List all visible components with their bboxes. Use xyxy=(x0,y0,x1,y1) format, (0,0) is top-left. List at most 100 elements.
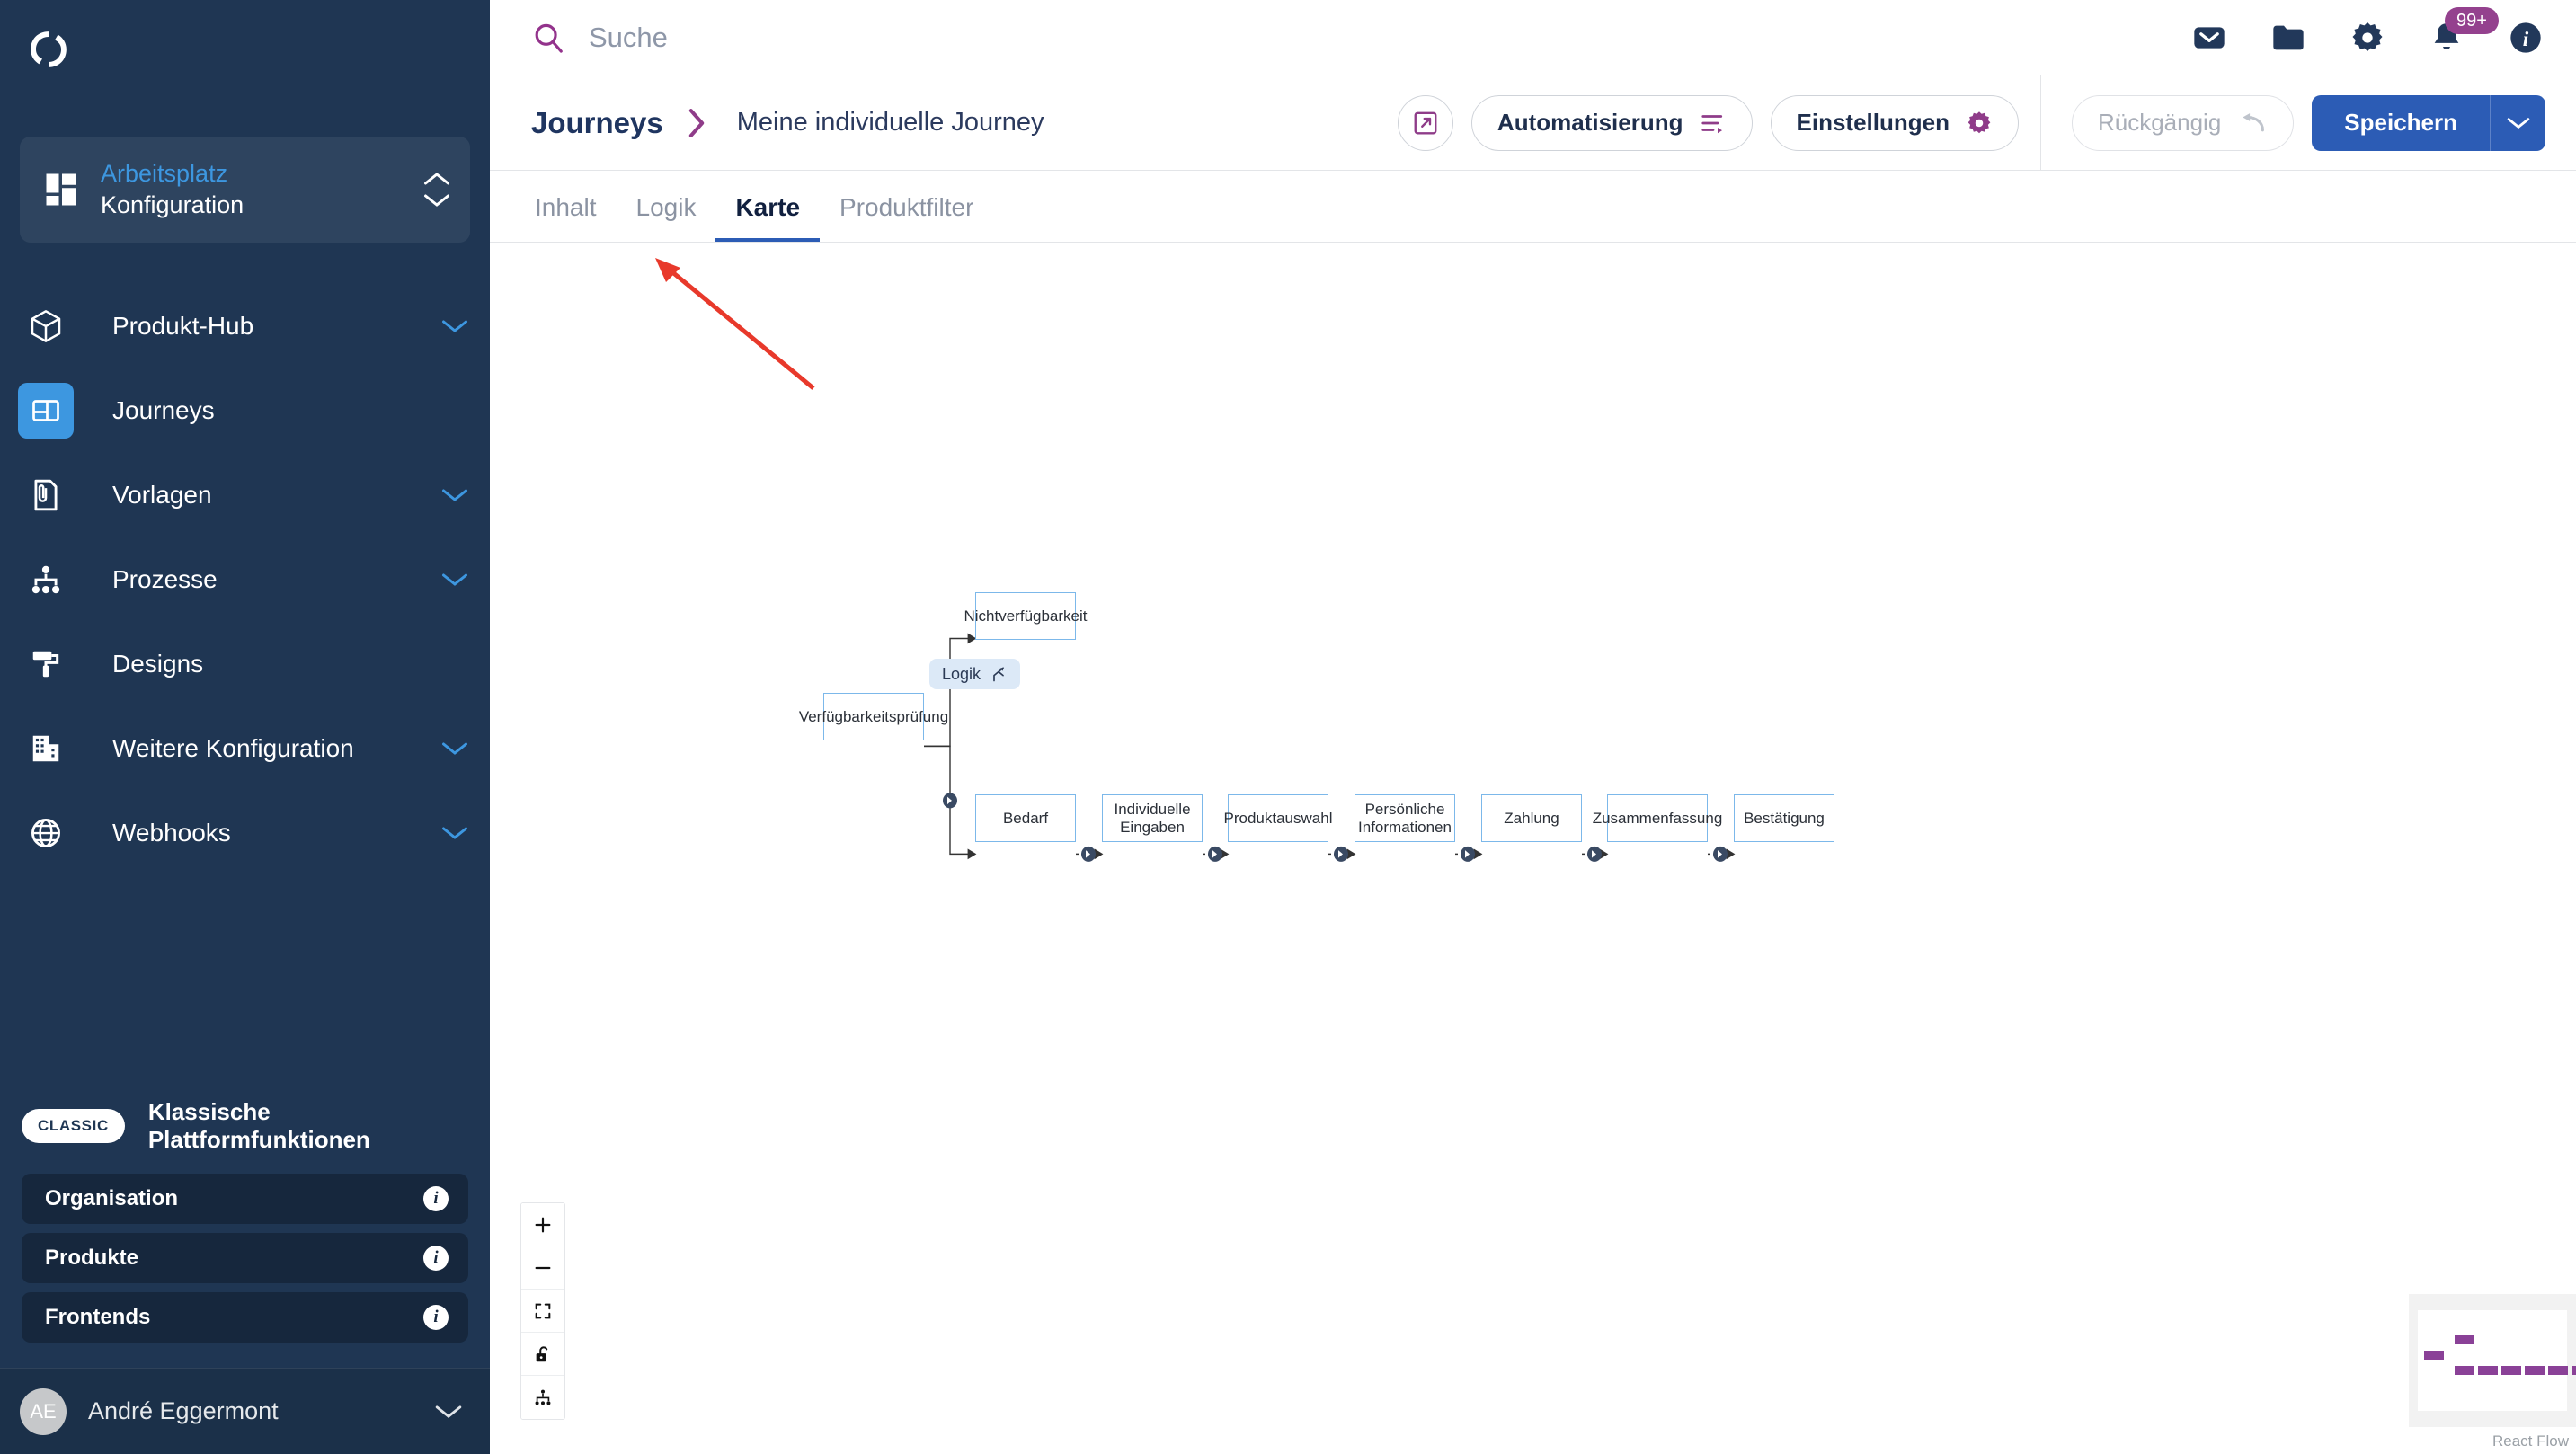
minus-icon xyxy=(535,1266,551,1269)
tab-logik[interactable]: Logik xyxy=(617,193,716,242)
automation-button[interactable]: Automatisierung xyxy=(1470,94,1753,151)
lock-toggle-button[interactable] xyxy=(521,1333,564,1376)
flow-node-label: Persönliche Informationen xyxy=(1358,800,1452,836)
nav-icon-wrapper xyxy=(18,805,74,861)
flow-node-label: Zahlung xyxy=(1504,809,1559,827)
breadcrumb-root[interactable]: Journeys xyxy=(531,106,663,140)
main-area: 99+ i Journeys Meine individuelle Journe… xyxy=(490,0,2576,1454)
classic-item-label: Frontends xyxy=(45,1305,151,1329)
classic-badge: CLASSIC xyxy=(22,1109,125,1143)
tab-inhalt[interactable]: Inhalt xyxy=(515,193,617,242)
fit-view-button[interactable] xyxy=(521,1290,564,1333)
classic-item-organisation[interactable]: Organisation i xyxy=(22,1174,468,1224)
flow-node[interactable]: Bedarf xyxy=(975,794,1076,842)
sidebar-item-label: Prozesse xyxy=(112,565,218,593)
sidebar-item-produkt-hub[interactable]: Produkt-Hub xyxy=(0,284,490,368)
journey-map-canvas[interactable]: Nichtverfügbarkeit Verfügbarkeitsprüfung… xyxy=(490,243,2576,1454)
flow-node[interactable]: Bestätigung xyxy=(1734,794,1834,842)
document-clip-icon xyxy=(34,479,58,511)
settings-button[interactable]: Einstellungen xyxy=(1770,94,2019,151)
flow-node[interactable]: Zusammenfassung xyxy=(1593,794,1722,842)
globe-icon xyxy=(31,819,60,847)
chevron-down-icon xyxy=(442,489,467,501)
zoom-out-button[interactable] xyxy=(521,1246,564,1290)
sub-header: Journeys Meine individuelle Journey Auto… xyxy=(490,75,2576,171)
flow-node-label: Bedarf xyxy=(1002,809,1049,827)
info-icon[interactable]: i xyxy=(423,1305,449,1330)
minimap[interactable] xyxy=(2409,1294,2576,1427)
search-icon[interactable] xyxy=(531,21,565,55)
search-input[interactable] xyxy=(589,21,1038,54)
folder-icon[interactable] xyxy=(2270,20,2306,56)
sidebar-item-journeys[interactable]: Journeys xyxy=(0,368,490,453)
sidebar-item-label: Designs xyxy=(112,650,204,678)
workspace-labels: Arbeitsplatz Konfiguration xyxy=(101,158,404,220)
minimap-node xyxy=(2525,1366,2545,1375)
external-link-icon xyxy=(1414,111,1437,134)
flow-node[interactable]: Produktauswahl xyxy=(1224,794,1332,842)
search-area[interactable] xyxy=(531,21,2191,55)
undo-label: Rückgängig xyxy=(2097,109,2222,136)
flow-node[interactable]: Verfügbarkeitsprüfung xyxy=(799,693,948,740)
info-icon[interactable]: i xyxy=(423,1186,449,1211)
flow-node[interactable]: Nichtverfügbarkeit xyxy=(964,592,1088,640)
branch-split-icon xyxy=(993,667,1004,682)
sidebar-item-weitere-konfiguration[interactable]: Weitere Konfiguration xyxy=(0,706,490,791)
auto-layout-button[interactable] xyxy=(521,1376,564,1419)
flow-node[interactable]: Individuelle Eingaben xyxy=(1102,794,1203,842)
automation-list-icon xyxy=(1701,114,1722,133)
info-icon[interactable]: i xyxy=(423,1246,449,1271)
workspace-chevrons[interactable] xyxy=(423,171,450,208)
minimap-node xyxy=(2572,1366,2576,1375)
save-button[interactable]: Speichern xyxy=(2312,94,2490,151)
sidebar-item-webhooks[interactable]: Webhooks xyxy=(0,791,490,875)
top-bar: 99+ i xyxy=(490,0,2576,75)
workspace-section: Konfiguration xyxy=(101,191,244,218)
minimap-node xyxy=(2455,1366,2474,1375)
save-button-group: Speichern xyxy=(2312,94,2545,151)
chevron-down-icon xyxy=(442,827,467,839)
unlock-icon xyxy=(536,1345,548,1361)
classic-platform-section: CLASSIC Klassische Plattformfunktionen O… xyxy=(0,1087,490,1343)
info-icon[interactable]: i xyxy=(2508,20,2544,56)
nav-icon-wrapper xyxy=(18,552,74,607)
tab-produktfilter[interactable]: Produktfilter xyxy=(820,193,993,242)
cube-icon xyxy=(31,310,61,342)
settings-label: Einstellungen xyxy=(1796,109,1950,136)
logik-badge[interactable]: Logik xyxy=(929,659,1021,689)
sidebar-item-designs[interactable]: Designs xyxy=(0,622,490,706)
zoom-in-button[interactable] xyxy=(521,1203,564,1246)
app-root: Arbeitsplatz Konfiguration Produkt-Hub J… xyxy=(0,0,2576,1454)
preview-button[interactable] xyxy=(1397,94,1453,151)
header-right-actions: Rückgängig Speichern xyxy=(2041,94,2576,151)
gear-icon[interactable] xyxy=(2349,20,2385,56)
nav-icon-wrapper xyxy=(18,467,74,523)
classic-item-frontends[interactable]: Frontends i xyxy=(22,1292,468,1343)
flow-node[interactable]: Persönliche Informationen xyxy=(1355,794,1455,842)
classic-header: CLASSIC Klassische Plattformfunktionen xyxy=(22,1087,468,1165)
save-dropdown-button[interactable] xyxy=(2490,94,2545,151)
user-menu[interactable]: AE André Eggermont xyxy=(0,1368,490,1454)
bell-icon[interactable]: 99+ xyxy=(2429,6,2499,56)
paint-roller-icon xyxy=(32,651,59,678)
notification-badge: 99+ xyxy=(2445,6,2499,34)
chevron-down-icon xyxy=(442,320,467,332)
refresh-cycle-logo xyxy=(31,31,67,67)
undo-button[interactable]: Rückgängig xyxy=(2071,94,2295,151)
flow-node[interactable]: Zahlung xyxy=(1481,794,1582,842)
org-tree-icon xyxy=(31,565,60,594)
workspace-switcher[interactable]: Arbeitsplatz Konfiguration xyxy=(20,137,470,243)
classic-item-produkte[interactable]: Produkte i xyxy=(22,1233,468,1283)
chevron-right-icon xyxy=(688,108,704,137)
tab-karte[interactable]: Karte xyxy=(715,193,821,242)
sidebar-item-prozesse[interactable]: Prozesse xyxy=(0,537,490,622)
mail-icon[interactable] xyxy=(2191,20,2227,56)
logo-area[interactable] xyxy=(0,0,490,99)
sidebar-item-label: Vorlagen xyxy=(112,481,212,509)
minimap-viewport[interactable] xyxy=(2418,1310,2576,1411)
classic-item-label: Organisation xyxy=(45,1186,179,1210)
minimap-node xyxy=(2455,1335,2474,1344)
sidebar-item-vorlagen[interactable]: Vorlagen xyxy=(0,453,490,537)
react-flow-attribution[interactable]: React Flow xyxy=(2492,1432,2569,1450)
